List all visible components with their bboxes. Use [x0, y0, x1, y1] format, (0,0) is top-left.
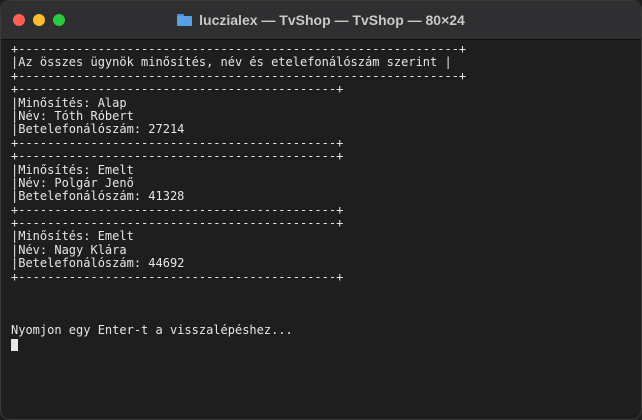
terminal-line: +---------------------------------------…	[11, 43, 467, 56]
terminal-line: Nyomjon egy Enter-t a visszalépéshez...	[11, 324, 293, 338]
terminal-line: |Minősítés: Emelt	[11, 163, 134, 177]
terminal-output[interactable]: +---------------------------------------…	[11, 43, 631, 413]
terminal-line: +---------------------------------------…	[11, 270, 344, 284]
terminal-line: +---------------------------------------…	[11, 203, 344, 217]
terminal-line: |Név: Polgár Jenő	[11, 176, 134, 190]
terminal-line: |Minősítés: Emelt	[11, 230, 134, 244]
terminal-line: |Minősítés: Alap	[11, 96, 127, 110]
terminal-line: |Név: Nagy Klára	[11, 243, 127, 257]
folder-icon	[177, 14, 193, 26]
terminal-line: +---------------------------------------…	[11, 69, 467, 83]
window-title-group: luczialex — TvShop — TvShop — 80×24	[1, 1, 641, 39]
terminal-line: |Az összes ügynök minősítés, név és etel…	[11, 56, 452, 70]
terminal-line: +---------------------------------------…	[11, 136, 344, 150]
title-bar[interactable]: luczialex — TvShop — TvShop — 80×24	[1, 1, 641, 40]
window-title: luczialex — TvShop — TvShop — 80×24	[199, 12, 465, 28]
terminal-line: |Betelefonálószám: 41328	[11, 190, 185, 204]
terminal-line: |Betelefonálószám: 44692	[11, 257, 185, 271]
terminal-line: +---------------------------------------…	[11, 150, 344, 164]
terminal-cursor	[11, 338, 18, 351]
terminal-line: +---------------------------------------…	[11, 217, 344, 231]
terminal-line: |Betelefonálószám: 27214	[11, 123, 185, 137]
cursor-line	[11, 338, 631, 351]
terminal-window: luczialex — TvShop — TvShop — 80×24 +---…	[0, 0, 642, 420]
terminal-line: |Név: Tóth Róbert	[11, 109, 134, 123]
terminal-line: +---------------------------------------…	[11, 83, 344, 97]
